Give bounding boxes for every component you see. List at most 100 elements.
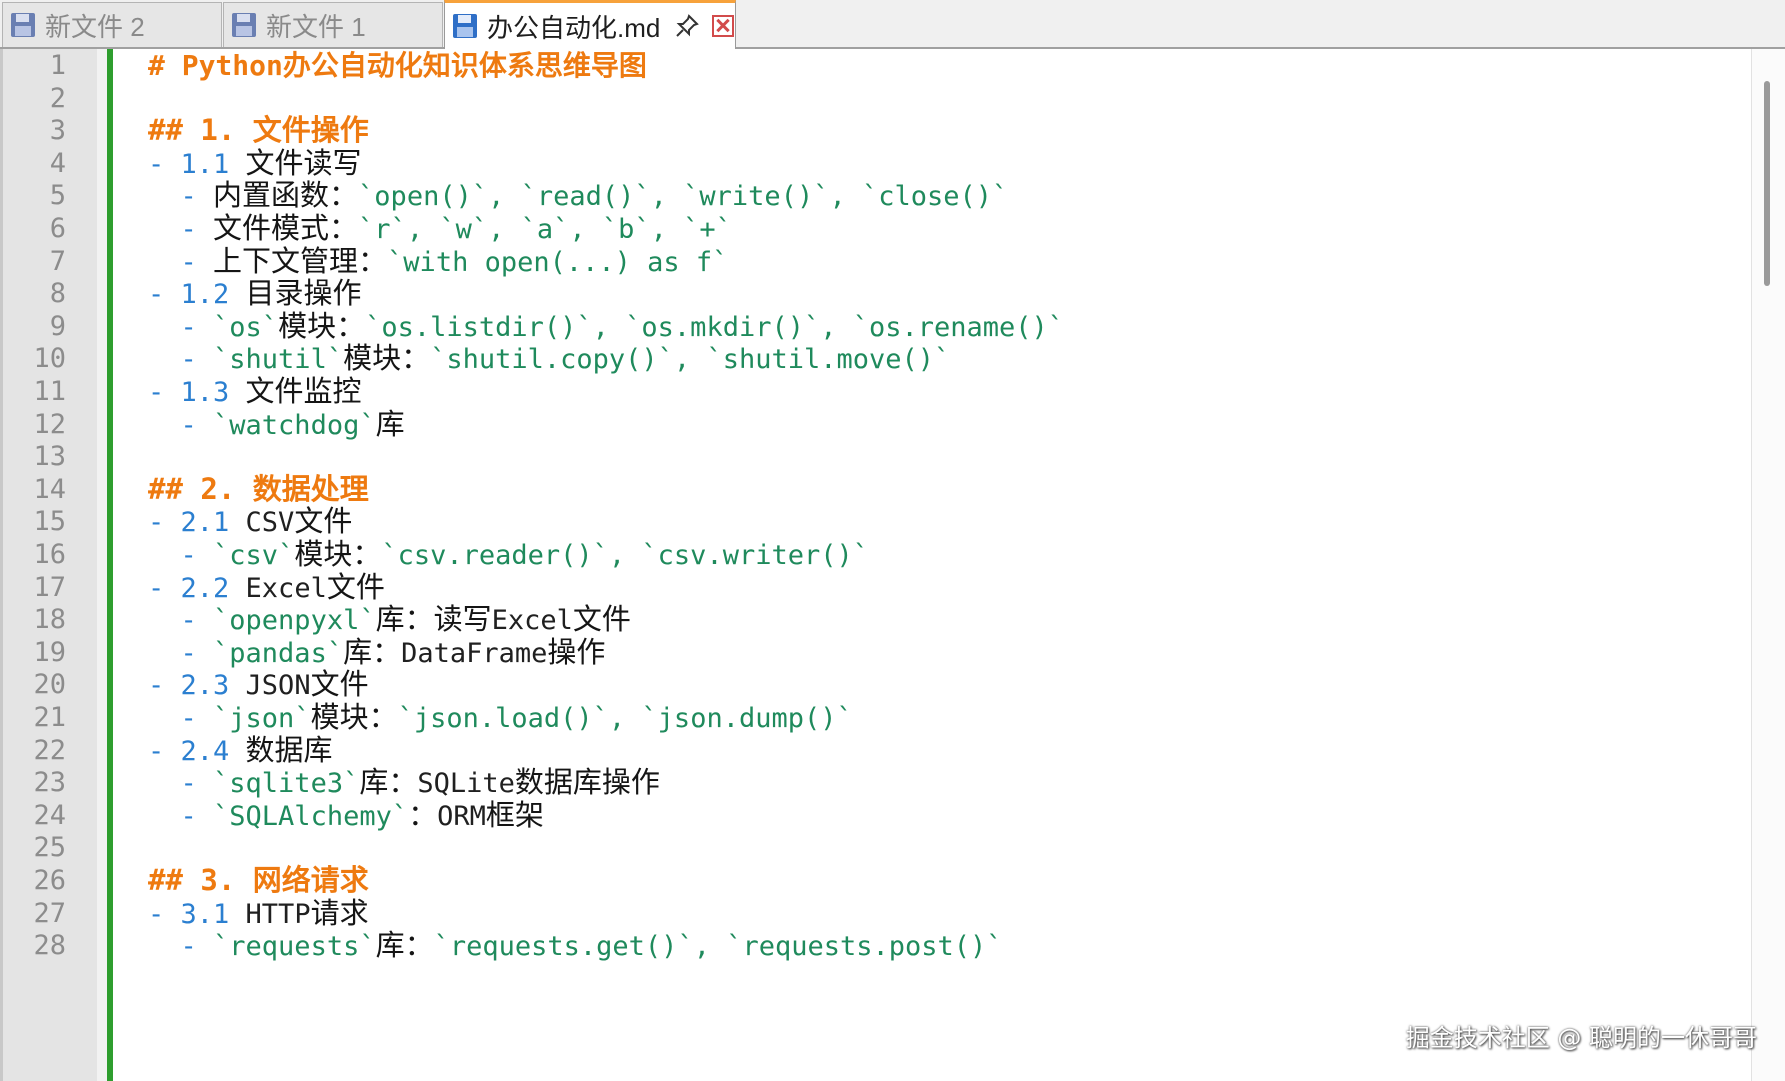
tab-new-file-2[interactable]: 新文件 2 xyxy=(2,2,222,47)
editor-line[interactable]: 3 ## 1. 文件操作 xyxy=(0,112,1760,149)
token-num: 1.1 xyxy=(180,148,246,180)
floppy-disk-icon xyxy=(453,14,477,38)
tab-office-automation-md[interactable]: 办公自动化.md xyxy=(444,0,736,49)
line-number: 18 xyxy=(33,604,66,636)
token-cjk: 库 xyxy=(375,406,405,441)
token-bullet: - xyxy=(180,181,214,213)
close-icon[interactable] xyxy=(712,15,735,37)
token-inline: `SQLAlchemy` xyxy=(213,800,409,832)
token-inline: `open()`, `read()`, `write()`, `close()` xyxy=(358,181,1009,213)
token-num: 1.3 xyxy=(180,377,246,408)
token-bullet: - xyxy=(148,279,181,311)
editor-line[interactable]: 25 xyxy=(0,829,1760,866)
editor-line[interactable]: 18 - `openpyxl`库：读写Excel文件 xyxy=(0,601,1760,638)
token-bullet: - xyxy=(180,344,214,376)
editor-line[interactable]: 9 - `os`模块：`os.listdir()`, `os.mkdir()`,… xyxy=(0,308,1760,345)
token-inline: `csv.reader()`, `csv.writer()` xyxy=(381,540,869,571)
token-bullet: - xyxy=(148,735,181,767)
token-inline: `pandas` xyxy=(213,637,344,669)
token-bullet: - xyxy=(180,768,214,800)
editor-line[interactable]: 4 - 1.1 文件读写 xyxy=(0,145,1760,182)
token-txt: DataFrame xyxy=(401,637,548,669)
token-bullet: - xyxy=(180,605,214,637)
editor-line[interactable]: 15 - 2.1 CSV文件 xyxy=(0,503,1760,540)
token-bullet: - xyxy=(180,246,214,278)
line-number: 26 xyxy=(33,865,66,896)
pin-icon[interactable] xyxy=(674,13,700,39)
editor-line[interactable]: 20 - 2.3 JSON文件 xyxy=(0,666,1760,703)
line-number: 27 xyxy=(33,897,66,929)
token-inline: `os.listdir()`, `os.mkdir()`, `os.rename… xyxy=(365,311,1065,343)
line-number: 12 xyxy=(33,408,66,440)
watermark: 掘金技术社区 @ 聪明的一休哥哥 xyxy=(1405,1024,1757,1052)
token-cjk: 模块： xyxy=(278,308,366,343)
editor-line[interactable]: 13 xyxy=(0,438,1760,475)
editor-line[interactable]: 10 - `shutil`模块：`shutil.copy()`, `shutil… xyxy=(0,340,1760,377)
token-cjk: 内置函数： xyxy=(213,178,359,213)
token-bullet: - xyxy=(148,148,181,180)
editor-line[interactable]: 26 ## 3. 网络请求 xyxy=(0,862,1760,899)
token-cjk: 库： xyxy=(343,634,402,669)
token-bullet: - xyxy=(180,214,214,245)
editor-line[interactable]: 6 - 文件模式：`r`, `w`, `a`, `b`, `+` xyxy=(0,210,1760,247)
line-number: 15 xyxy=(33,506,66,538)
token-inline: `requests` xyxy=(213,931,376,963)
editor-line[interactable]: 2 xyxy=(0,80,1760,117)
editor-line[interactable]: 23 - `sqlite3`库：SQLite数据库操作 xyxy=(0,764,1760,801)
editor-line[interactable]: 21 - `json`模块：`json.load()`, `json.dump(… xyxy=(0,699,1760,736)
editor[interactable]: 1 # Python办公自动化知识体系思维导图 2 3 ## 1. 文件操作 4 - 1.1… xyxy=(0,49,1785,1081)
editor-line[interactable]: 8 - 1.2 目录操作 xyxy=(0,275,1760,312)
token-txt: HTTP xyxy=(245,898,311,930)
tab-new-file-1[interactable]: 新文件 1 xyxy=(223,2,443,47)
editor-line[interactable]: 28 - `requests`库：`requests.get()`, `requ… xyxy=(0,927,1760,964)
editor-line[interactable]: 5 - 内置函数：`open()`, `read()`, `write()`, … xyxy=(0,177,1760,214)
token-inline: `with open(...) as f` xyxy=(387,246,729,278)
line-number: 2 xyxy=(49,82,66,114)
token-h2: ## 2. 数据处理 xyxy=(148,471,369,506)
token-bullet: - xyxy=(148,507,181,539)
token-txt: JSON xyxy=(245,670,311,702)
line-number: 9 xyxy=(49,310,66,342)
token-cjk: 操作 xyxy=(547,634,606,669)
token-txt: ORM xyxy=(437,800,486,832)
scrollbar-thumb[interactable] xyxy=(1764,81,1770,286)
editor-line[interactable]: 24 - `SQLAlchemy`：ORM框架 xyxy=(0,797,1760,834)
editor-line[interactable]: 27 - 3.1 HTTP请求 xyxy=(0,895,1760,932)
token-num: 2.1 xyxy=(180,507,246,539)
editor-line[interactable]: 1 # Python办公自动化知识体系思维导图 xyxy=(0,47,1760,84)
editor-line[interactable]: 11 - 1.3 文件监控 xyxy=(0,373,1760,410)
editor-line[interactable]: 14 ## 2. 数据处理 xyxy=(0,471,1760,508)
vertical-scrollbar[interactable] xyxy=(1751,49,1785,1081)
token-num: 2.3 xyxy=(180,670,246,702)
token-cjk: 上下文管理： xyxy=(213,243,388,278)
editor-line[interactable]: 17 - 2.2 Excel文件 xyxy=(0,569,1760,606)
line-number: 16 xyxy=(33,539,66,570)
editor-line[interactable]: 22 - 2.4 数据库 xyxy=(0,732,1760,769)
editor-line[interactable]: 12 - `watchdog`库 xyxy=(0,406,1760,443)
token-cjk: 文件读写 xyxy=(245,145,362,180)
token-cjk: 文件 xyxy=(294,504,353,539)
floppy-disk-icon xyxy=(11,13,35,37)
line-number: 1 xyxy=(49,50,66,81)
editor-line[interactable]: 16 - `csv`模块：`csv.reader()`, `csv.writer… xyxy=(0,536,1760,573)
line-number: 10 xyxy=(33,343,66,375)
line-number: 22 xyxy=(33,734,66,766)
token-inline: `shutil` xyxy=(213,344,344,376)
token-inline: `requests.get()`, `requests.post()` xyxy=(433,931,1003,963)
line-number: 21 xyxy=(33,702,66,733)
editor-line[interactable]: 7 - 上下文管理：`with open(...) as f` xyxy=(0,243,1760,280)
token-cjk: 文件 xyxy=(326,569,385,604)
line-number: 19 xyxy=(33,636,66,668)
token-cjk: 文件 xyxy=(572,602,631,637)
line-number: 8 xyxy=(49,278,66,310)
line-number: 7 xyxy=(49,245,66,277)
token-cjk: 文件模式： xyxy=(213,211,359,245)
editor-line[interactable]: 19 - `pandas`库：DataFrame操作 xyxy=(0,634,1760,671)
token-inline: `openpyxl` xyxy=(213,605,376,637)
